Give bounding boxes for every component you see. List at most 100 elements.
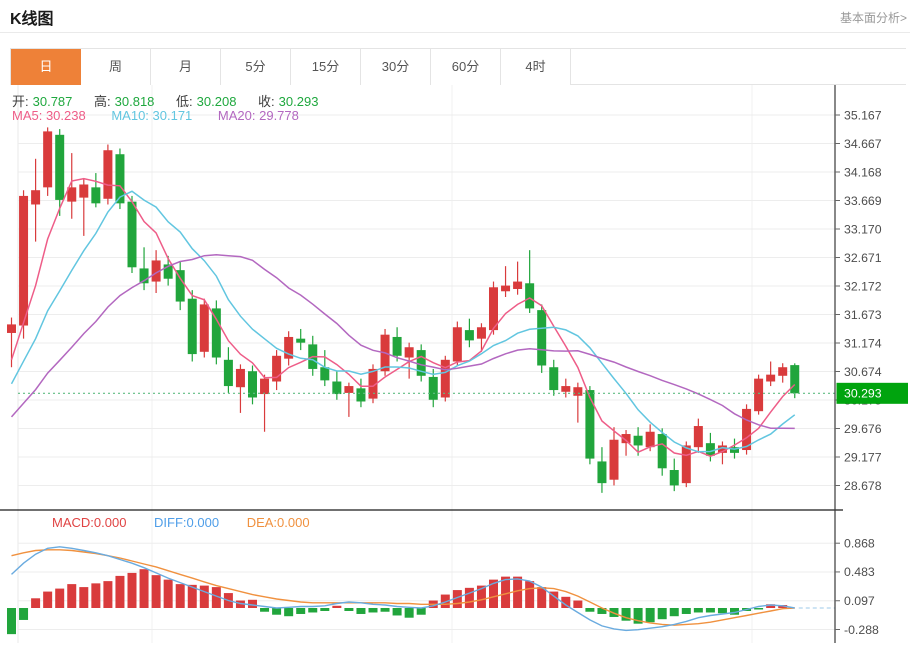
candle-body <box>525 283 535 309</box>
ma5-value: MA5: 30.238 <box>12 108 86 123</box>
price-tick-label: 35.167 <box>844 108 882 122</box>
macd-histogram-bar <box>55 588 65 608</box>
candle-body <box>260 378 270 395</box>
macd-histogram-bar <box>585 608 595 612</box>
candle-body <box>609 439 619 480</box>
macd-histogram-bar <box>284 608 294 617</box>
candle-body <box>103 150 113 199</box>
candle-body <box>199 304 209 352</box>
low-label: 低: <box>176 94 193 109</box>
macd-histogram-bar <box>344 608 354 611</box>
tab-4时[interactable]: 4时 <box>501 49 571 85</box>
macd-histogram-bar <box>681 608 691 614</box>
price-tick-label: 34.667 <box>844 137 882 151</box>
macd-histogram-bar <box>308 608 318 613</box>
candle-body <box>766 374 776 382</box>
price-tick-label: 29.177 <box>844 450 882 464</box>
tab-月[interactable]: 月 <box>151 49 221 85</box>
price-tick-label: 28.678 <box>844 479 882 493</box>
candle-body <box>175 270 185 302</box>
tab-日[interactable]: 日 <box>11 49 81 85</box>
macd-histogram-bar <box>31 598 41 608</box>
kline-chart-canvas[interactable]: 35.167 34.667 34.168 33.669 33.170 32.671 32.1… <box>0 85 910 643</box>
macd-histogram-bar <box>717 608 727 614</box>
candle-body <box>597 461 607 484</box>
candle-body <box>235 368 245 388</box>
macd-histogram-bar <box>79 587 89 608</box>
macd-histogram-bar <box>693 608 703 613</box>
ma-readout: MA5: 30.238 MA10: 30.171 MA20: 29.778 <box>12 108 321 123</box>
close-value: 30.293 <box>278 94 319 109</box>
candle-body <box>19 195 29 326</box>
candle-body <box>452 327 462 362</box>
macd-histogram-bar <box>296 608 306 614</box>
price-tick-label: 32.671 <box>844 251 882 265</box>
page-title: K线图 <box>10 11 54 28</box>
low-value: 30.208 <box>196 94 237 109</box>
ma20-line <box>10 254 795 430</box>
candle-body <box>513 281 523 289</box>
candle-body <box>585 390 595 459</box>
price-tick-label: 30.674 <box>844 365 882 379</box>
candle-body <box>404 347 414 358</box>
macd-histogram-bar <box>368 608 378 613</box>
ma10-value: MA10: 30.171 <box>111 108 193 123</box>
open-value: 30.787 <box>32 94 73 109</box>
candle-body <box>754 378 764 412</box>
macd-histogram-bar <box>199 585 209 608</box>
price-tick-label: 31.673 <box>844 308 882 322</box>
candle-body <box>561 386 571 392</box>
tab-周[interactable]: 周 <box>81 49 151 85</box>
ma20-value: MA20: 29.778 <box>217 108 299 123</box>
close-label: 收: <box>258 94 275 109</box>
macd-histogram-bar <box>248 599 257 608</box>
macd-histogram-bar <box>669 608 679 617</box>
interval-tab-strip: 日周月 5分 15分 30分 60分 4时 <box>10 48 906 85</box>
candle-body <box>91 187 101 204</box>
macd-histogram-bar <box>573 600 583 608</box>
tab-30分[interactable]: 30分 <box>361 49 431 85</box>
fundamental-analysis-link[interactable]: 基本面分析> <box>840 9 907 26</box>
macd-histogram-bar <box>416 608 426 615</box>
tab-60分[interactable]: 60分 <box>431 49 501 85</box>
macd-histogram-bar <box>657 608 667 620</box>
macd-tick-label: 0.483 <box>844 565 875 579</box>
candle-body <box>573 387 583 396</box>
candle-body <box>296 338 306 343</box>
macd-histogram-bar <box>332 605 342 608</box>
macd-histogram-bar <box>320 608 330 611</box>
price-tick-label: 32.172 <box>844 279 882 293</box>
candle-body <box>657 434 667 469</box>
candle-body <box>55 134 65 200</box>
candle-body <box>645 431 655 448</box>
macd-histogram-bar <box>404 608 414 618</box>
macd-histogram-bar <box>513 576 523 608</box>
candle-body <box>633 435 643 446</box>
candle-body <box>693 426 703 448</box>
candle-body <box>223 359 233 387</box>
price-tick-label: 34.168 <box>844 165 882 179</box>
tab-15分[interactable]: 15分 <box>291 49 361 85</box>
price-tick-label: 33.669 <box>844 194 882 208</box>
macd-tick-label: 0.097 <box>844 594 875 608</box>
candle-body <box>332 381 342 395</box>
macd-histogram-bar <box>67 584 77 608</box>
price-tick-label: 31.174 <box>844 336 882 350</box>
candle-body <box>356 388 366 402</box>
candle-body <box>464 330 474 341</box>
macd-histogram-bar <box>175 584 185 608</box>
open-label: 开: <box>12 94 29 109</box>
macd-histogram-bar <box>705 608 715 613</box>
candle-body <box>501 285 511 292</box>
candle-body <box>549 367 559 391</box>
macd-readout: MACD:0.000 DIFF:0.000 DEA:0.000 <box>52 515 334 530</box>
candle-body <box>681 445 691 484</box>
header-divider <box>0 32 910 33</box>
candle-body <box>476 327 486 339</box>
high-label: 高: <box>94 94 111 109</box>
candle-body <box>211 308 221 358</box>
tab-5分[interactable]: 5分 <box>221 49 291 85</box>
candle-body <box>43 131 53 188</box>
candle-body <box>790 365 800 394</box>
macd-histogram-bar <box>91 583 101 608</box>
